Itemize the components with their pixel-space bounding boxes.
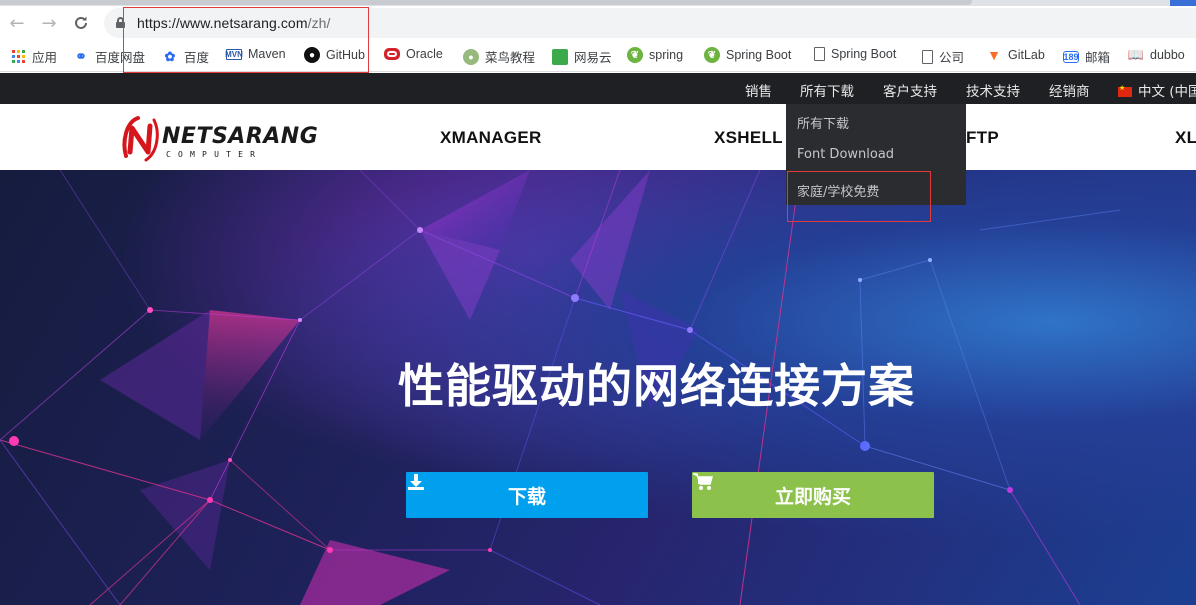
china-flag-icon bbox=[1118, 84, 1132, 97]
url-highlight-box bbox=[123, 7, 369, 73]
bookmark-mail[interactable]: 189 邮箱 bbox=[1063, 47, 1110, 66]
reload-icon[interactable] bbox=[70, 12, 92, 34]
shopping-cart-icon bbox=[693, 473, 713, 490]
language-selector[interactable]: 中文 (中国 bbox=[1118, 80, 1196, 100]
bookmark-spring-boot[interactable]: ❦ Spring Boot bbox=[704, 47, 791, 63]
spring-leaf-icon: ❦ bbox=[627, 47, 643, 63]
bookmark-oracle[interactable]: Oracle bbox=[384, 47, 443, 61]
bookmark-label: Oracle bbox=[406, 47, 443, 61]
download-icon bbox=[408, 474, 424, 490]
book-icon: 📖 bbox=[1127, 47, 1145, 62]
topnav-tech-support[interactable]: 技术支持 bbox=[966, 80, 1020, 100]
bookmark-apps[interactable]: 应用 bbox=[10, 47, 57, 66]
nav-xmanager[interactable]: XMANAGER bbox=[440, 128, 542, 148]
bookmark-label: 邮箱 bbox=[1085, 51, 1111, 65]
site-top-bar: 销售 所有下载 客户支持 技术支持 经销商 中文 (中国 bbox=[0, 73, 1196, 104]
hero-title: 性能驱动的网络连接方案 bbox=[398, 359, 915, 413]
bookmark-label: 公司 bbox=[939, 51, 965, 65]
netease-cloud-icon bbox=[552, 48, 568, 65]
bookmark-spring[interactable]: ❦ spring bbox=[627, 47, 683, 63]
bookmark-label: 应用 bbox=[32, 51, 58, 65]
topnav-sales[interactable]: 销售 bbox=[745, 80, 772, 100]
bookmark-runoob[interactable]: ● 菜鸟教程 bbox=[463, 47, 535, 66]
back-arrow-icon[interactable]: ← bbox=[6, 12, 28, 34]
logo-name: NETSARANG bbox=[162, 124, 319, 149]
tab-strip-bar bbox=[0, 0, 972, 5]
bookmark-label: Spring Boot bbox=[726, 48, 792, 62]
spring-leaf-icon: ❦ bbox=[704, 47, 720, 63]
buy-now-button[interactable]: 立即购买 bbox=[692, 472, 934, 518]
nav-xshell[interactable]: XSHELL bbox=[714, 128, 783, 148]
bookmark-label: spring bbox=[649, 48, 684, 62]
bookmark-company[interactable]: 公司 bbox=[922, 47, 964, 66]
bookmark-label: dubbo bbox=[1150, 48, 1185, 62]
page-icon bbox=[922, 49, 933, 64]
language-label: 中文 (中国 bbox=[1138, 84, 1196, 100]
nav-xlpd[interactable]: XL bbox=[1175, 128, 1196, 148]
download-button[interactable]: 下载 bbox=[406, 472, 648, 518]
dropdown-highlight-box bbox=[787, 171, 931, 222]
netsarang-n-icon bbox=[122, 116, 159, 162]
baidu-netdisk-icon: ⚭ bbox=[75, 48, 87, 64]
buy-label: 立即购买 bbox=[774, 485, 851, 508]
dropdown-item-font-download[interactable]: Font Download bbox=[797, 147, 894, 162]
bookmark-spring-boot-page[interactable]: Spring Boot bbox=[814, 47, 896, 61]
forward-arrow-icon[interactable]: → bbox=[38, 12, 60, 34]
site-main-nav: NETSARANG COMPUTER XMANAGER XSHELL FTP X… bbox=[0, 104, 1196, 170]
download-label: 下载 bbox=[507, 485, 546, 508]
apps-grid-icon bbox=[10, 49, 26, 65]
bookmark-label: Spring Boot bbox=[831, 47, 897, 61]
dropdown-item-all-downloads[interactable]: 所有下载 bbox=[797, 113, 849, 132]
bookmark-gitlab[interactable]: ▼ GitLab bbox=[986, 47, 1045, 63]
mail-189-icon: 189 bbox=[1063, 50, 1079, 63]
netsarang-logo[interactable]: NETSARANG COMPUTER bbox=[120, 112, 318, 164]
bookmark-netease-cloud[interactable]: 网易云 bbox=[552, 47, 612, 66]
oracle-icon bbox=[384, 48, 400, 60]
topnav-customer-support[interactable]: 客户支持 bbox=[883, 80, 937, 100]
page-icon bbox=[814, 47, 825, 61]
bookmark-dubbo[interactable]: 📖 dubbo bbox=[1128, 47, 1185, 63]
topnav-all-downloads[interactable]: 所有下载 bbox=[800, 80, 854, 100]
gitlab-icon: ▼ bbox=[987, 47, 1001, 63]
logo-subtitle: COMPUTER bbox=[166, 150, 263, 159]
hero-banner: 性能驱动的网络连接方案 下载 立即购买 bbox=[0, 170, 1196, 605]
runoob-icon: ● bbox=[463, 48, 479, 65]
bookmark-label: 网易云 bbox=[574, 51, 612, 65]
bookmark-label: 菜鸟教程 bbox=[485, 51, 536, 65]
topnav-resellers[interactable]: 经销商 bbox=[1049, 80, 1090, 100]
bookmark-label: GitLab bbox=[1008, 48, 1045, 62]
nav-xftp[interactable]: FTP bbox=[966, 128, 999, 148]
